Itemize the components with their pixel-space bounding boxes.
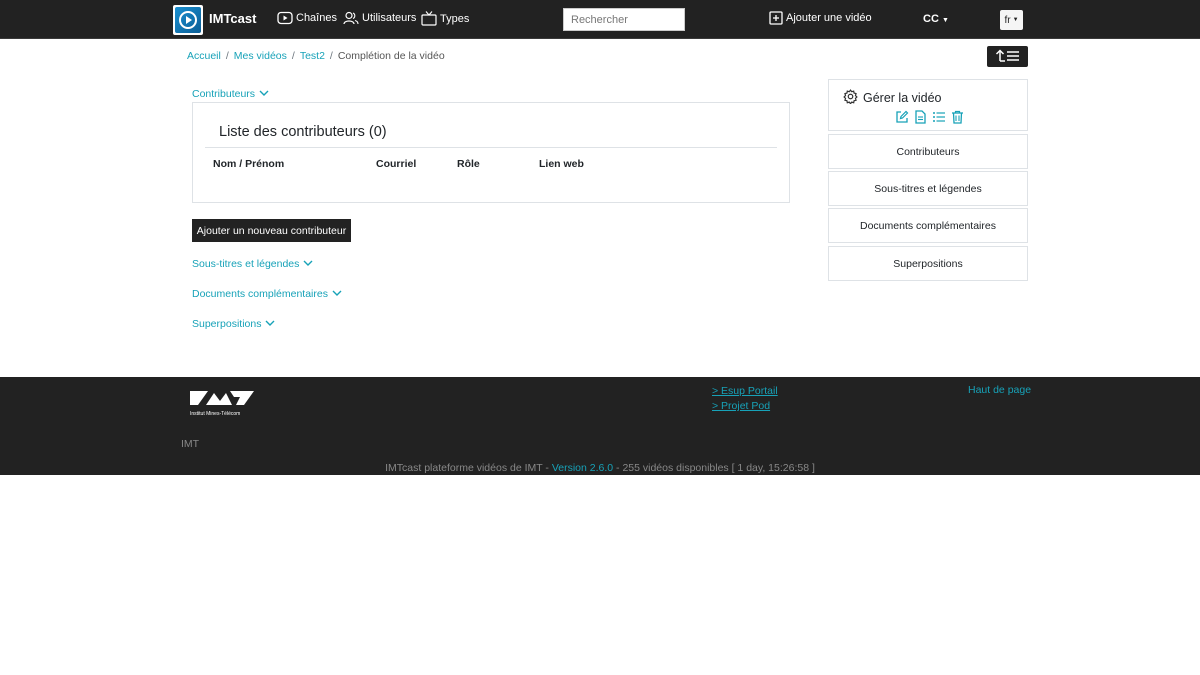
sidebar-item-contributors[interactable]: Contributeurs bbox=[828, 134, 1028, 169]
document-icon[interactable] bbox=[914, 110, 927, 127]
aside-toggle-button[interactable] bbox=[987, 46, 1028, 67]
search-input[interactable] bbox=[563, 8, 685, 31]
tv-icon bbox=[421, 11, 437, 26]
imt-logo-caption: Institut Mines-Télécom bbox=[190, 411, 240, 417]
nav-utilisateurs[interactable]: Utilisateurs bbox=[343, 11, 416, 25]
divider bbox=[205, 147, 777, 148]
footer-links: > Esup Portail > Projet Pod bbox=[712, 384, 778, 414]
chevron-down-icon bbox=[332, 288, 342, 300]
breadcrumb-current: Complétion de la vidéo bbox=[337, 50, 445, 62]
nav-chaines[interactable]: Chaînes bbox=[277, 11, 337, 25]
chevron-down-icon bbox=[259, 88, 269, 100]
breadcrumb-separator: / bbox=[329, 50, 333, 62]
nav-utilisateurs-label: Utilisateurs bbox=[362, 12, 417, 24]
caret-down-icon: ▼ bbox=[1012, 17, 1019, 23]
gear-icon bbox=[843, 89, 858, 107]
breadcrumb-accueil[interactable]: Accueil bbox=[187, 50, 221, 62]
top-navbar: IMTcast Chaînes Utilisateurs Types Ajout… bbox=[0, 0, 1200, 39]
contributors-toggle-label: Contributeurs bbox=[192, 88, 256, 100]
documents-toggle-label: Documents complémentaires bbox=[192, 288, 328, 300]
footer-info: IMTcast plateforme vidéos de IMT - Versi… bbox=[0, 462, 1200, 474]
edit-icon[interactable] bbox=[895, 110, 909, 127]
column-header-email: Courriel bbox=[376, 158, 417, 170]
list-icon[interactable] bbox=[932, 110, 946, 127]
chevron-down-icon bbox=[265, 318, 275, 330]
column-header-weblink: Lien web bbox=[539, 158, 584, 170]
imt-logo[interactable]: Institut Mines-Télécom bbox=[190, 391, 256, 422]
card-title: Liste des contributeurs (0) bbox=[219, 124, 387, 140]
cc-dropdown[interactable]: CC ▼ bbox=[923, 13, 949, 25]
footer-link-esup[interactable]: > Esup Portail bbox=[712, 384, 778, 399]
trash-icon[interactable] bbox=[951, 110, 964, 127]
cc-label: CC bbox=[923, 13, 939, 25]
add-video-link[interactable]: Ajouter une vidéo bbox=[769, 11, 872, 25]
nav-types[interactable]: Types bbox=[421, 11, 469, 26]
manage-video-panel: Gérer la vidéo bbox=[828, 79, 1028, 131]
footer-imt-text: IMT bbox=[181, 438, 200, 450]
arrow-up-list-icon bbox=[994, 48, 1022, 65]
language-select[interactable]: fr ▼ bbox=[1000, 10, 1023, 30]
breadcrumb-separator: / bbox=[225, 50, 229, 62]
breadcrumb-separator: / bbox=[291, 50, 295, 62]
manage-video-title: Gérer la vidéo bbox=[843, 89, 942, 107]
caret-down-icon: ▼ bbox=[941, 17, 949, 24]
overlays-toggle[interactable]: Superpositions bbox=[192, 318, 275, 330]
brand-name[interactable]: IMTcast bbox=[209, 11, 256, 26]
contributors-card: Liste des contributeurs (0) Nom / Prénom… bbox=[192, 102, 790, 203]
nav-types-label: Types bbox=[440, 12, 470, 25]
sidebar-item-overlays[interactable]: Superpositions bbox=[828, 246, 1028, 281]
imtcast-logo-icon[interactable] bbox=[173, 5, 203, 35]
back-to-top-link[interactable]: Haut de page bbox=[968, 384, 1031, 396]
contributors-toggle[interactable]: Contributeurs bbox=[192, 88, 269, 100]
footer-info-suffix: - 255 vidéos disponibles [ 1 day, 15:26:… bbox=[613, 462, 815, 474]
language-label: fr bbox=[1004, 14, 1011, 26]
subtitles-toggle-label: Sous-titres et légendes bbox=[192, 258, 300, 270]
breadcrumb: Accueil / Mes vidéos / Test2 / Complétio… bbox=[187, 50, 445, 62]
version-link[interactable]: Version 2.6.0 bbox=[552, 462, 613, 474]
overlays-toggle-label: Superpositions bbox=[192, 318, 262, 330]
breadcrumb-mes-videos[interactable]: Mes vidéos bbox=[234, 50, 287, 62]
manage-video-actions bbox=[895, 110, 964, 127]
column-header-name: Nom / Prénom bbox=[213, 158, 285, 170]
footer-info-prefix: IMTcast plateforme vidéos de IMT - bbox=[385, 462, 552, 474]
tv-play-icon bbox=[277, 11, 293, 25]
sidebar-item-documents[interactable]: Documents complémentaires bbox=[828, 208, 1028, 243]
manage-video-label: Gérer la vidéo bbox=[863, 91, 942, 105]
users-icon bbox=[343, 11, 359, 25]
add-video-label: Ajouter une vidéo bbox=[786, 12, 872, 24]
breadcrumb-test2[interactable]: Test2 bbox=[300, 50, 325, 62]
sidebar-item-subtitles[interactable]: Sous-titres et légendes bbox=[828, 171, 1028, 206]
chevron-down-icon bbox=[303, 258, 313, 270]
plus-square-icon bbox=[769, 11, 783, 25]
documents-toggle[interactable]: Documents complémentaires bbox=[192, 288, 342, 300]
subtitles-toggle[interactable]: Sous-titres et légendes bbox=[192, 258, 313, 270]
add-contributor-button[interactable]: Ajouter un nouveau contributeur bbox=[192, 219, 351, 242]
footer-link-pod[interactable]: > Projet Pod bbox=[712, 399, 778, 414]
footer: Institut Mines-Télécom IMT > Esup Portai… bbox=[0, 377, 1200, 475]
nav-chaines-label: Chaînes bbox=[296, 12, 337, 24]
column-header-role: Rôle bbox=[457, 158, 480, 170]
